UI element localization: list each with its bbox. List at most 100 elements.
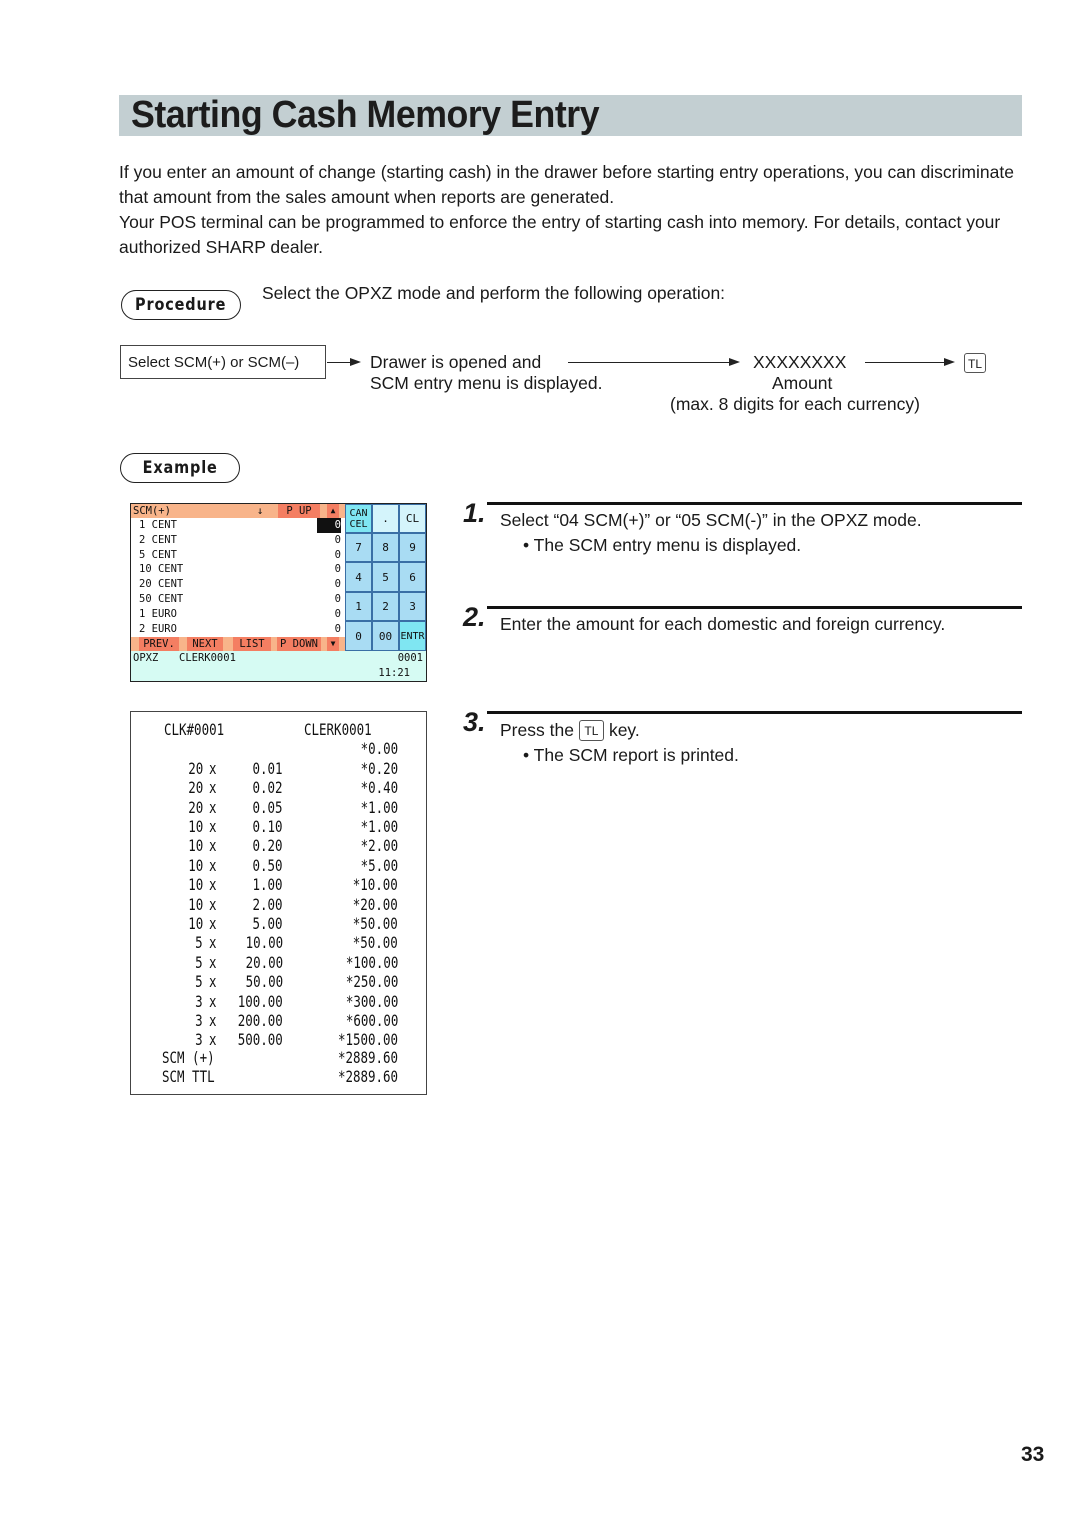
scroll-down-icon[interactable]: ↓ — [257, 504, 263, 518]
receipt-line-times: x — [209, 817, 219, 836]
receipt-line-qty: 5 — [161, 972, 203, 991]
digit-key-0[interactable]: 0 — [345, 621, 372, 651]
scroll-up-icon[interactable]: ▲ — [327, 504, 339, 518]
pos-screen: SCM(+) ↓ P UP ▲ 1 CENT 0 2 CENT 0 5 CENT… — [130, 503, 427, 682]
pos-row[interactable]: 10 CENT 0 — [131, 562, 345, 577]
receipt-line-times-text: x — [209, 933, 217, 953]
receipt-line-qty-text: 10 — [187, 894, 203, 914]
digit-key-2[interactable]: 2 — [372, 592, 399, 621]
receipt-line-amount: *600.00 — [331, 1011, 398, 1030]
digit-key-1[interactable]: 1 — [345, 592, 372, 621]
receipt-line-times: x — [209, 875, 219, 894]
step-3-text: Press the TL key. — [500, 718, 640, 743]
receipt-line-times: x — [209, 992, 219, 1011]
step-3-note: • The SCM report is printed. — [523, 745, 739, 765]
receipt-line-times-text: x — [209, 778, 217, 798]
receipt-line-amount: *1.00 — [350, 817, 398, 836]
receipt-line-denomination-text: 10.00 — [245, 933, 283, 953]
flow-step-drawer: Drawer is opened and SCM entry menu is d… — [370, 352, 602, 394]
receipt-line-amount: *100.00 — [331, 953, 398, 972]
receipt-line-denomination-text: 0.01 — [252, 758, 283, 778]
receipt-line-denomination-text: 0.50 — [252, 855, 283, 875]
receipt-line-amount: *1.00 — [350, 798, 398, 817]
digit-key-6[interactable]: 6 — [399, 562, 426, 592]
receipt-line-qty-text: 3 — [195, 1011, 203, 1030]
cancel-key[interactable]: CAN CEL — [345, 504, 372, 533]
receipt-line-amount: *1500.00 — [321, 1030, 398, 1049]
receipt-line-denomination: 0.20 — [223, 836, 283, 855]
step-1-rule — [487, 502, 1022, 505]
pos-row[interactable]: 5 CENT 0 — [131, 548, 345, 563]
procedure-instruction: Select the OPXZ mode and perform the fol… — [262, 283, 726, 303]
receipt-line-times-text: x — [209, 991, 217, 1011]
receipt-line-denomination-text: 20.00 — [245, 952, 283, 972]
pos-row[interactable]: 1 EURO 0 — [131, 607, 345, 622]
page-title: Starting Cash Memory Entry — [131, 94, 600, 136]
prev-button[interactable]: PREV. — [139, 637, 179, 651]
receipt-line-qty: 10 — [161, 914, 203, 933]
pos-row-label: 1 EURO — [139, 607, 177, 620]
tl-key-icon: TL — [578, 720, 604, 741]
receipt-line-qty-text: 10 — [187, 855, 203, 875]
pos-status-bar: OPXZ CLERK0001 0001 11:21 — [131, 651, 426, 681]
receipt-line-times: x — [209, 914, 219, 933]
digit-key-8[interactable]: 8 — [372, 533, 399, 562]
step-2-text: Enter the amount for each domestic and f… — [500, 614, 946, 634]
receipt-line-amount: *0.40 — [350, 778, 398, 797]
receipt-clerk-number-text: CLK#0001 — [164, 720, 225, 739]
example-badge-label: Example — [142, 458, 218, 478]
receipt-line-amount-text: *50.00 — [352, 933, 398, 953]
pos-row[interactable]: 50 CENT 0 — [131, 592, 345, 607]
receipt-line-qty-text: 10 — [187, 817, 203, 836]
receipt-line-times: x — [209, 972, 219, 991]
page-up-button[interactable]: P UP — [278, 504, 320, 518]
pos-row-value: 0 — [334, 607, 341, 620]
flow-arrow-1-line — [327, 362, 351, 363]
receipt-line-amount-text: *1500.00 — [337, 1030, 398, 1050]
receipt-line-amount: *5.00 — [350, 856, 398, 875]
pos-row-value-cursor[interactable]: 0 — [316, 518, 341, 533]
receipt-line-qty-text: 10 — [187, 914, 203, 933]
digit-key-9[interactable]: 9 — [399, 533, 426, 562]
pos-row-value: 0 — [334, 548, 341, 561]
flow-start-box: Select SCM(+) or SCM(–) — [120, 345, 326, 379]
flow-arrow-3-head — [944, 358, 955, 366]
receipt-line-qty-text: 10 — [187, 836, 203, 856]
section-title-bar: Starting Cash Memory Entry — [119, 94, 1022, 136]
digit-key-3[interactable]: 3 — [399, 592, 426, 621]
receipt-line-qty: 3 — [161, 1030, 203, 1049]
dot-key[interactable]: . — [372, 504, 399, 533]
double-zero-key[interactable]: 00 — [372, 621, 399, 651]
receipt-line-qty: 10 — [161, 895, 203, 914]
list-button[interactable]: LIST — [233, 637, 271, 651]
example-badge: Example — [120, 453, 240, 483]
scroll-bottom-icon[interactable]: ▼ — [327, 637, 339, 651]
page-down-button[interactable]: P DOWN — [277, 637, 321, 651]
next-button[interactable]: NEXT — [187, 637, 223, 651]
receipt-line-times-text: x — [209, 797, 217, 817]
receipt-line-denomination-text: 100.00 — [237, 991, 283, 1011]
receipt-line-times: x — [209, 798, 219, 817]
enter-key[interactable]: ENTR — [399, 621, 426, 651]
receipt-line-times-text: x — [209, 952, 217, 972]
receipt-line-qty: 5 — [161, 933, 203, 952]
pos-row[interactable]: 2 CENT 0 — [131, 533, 345, 548]
intro-text: If you enter an amount of change (starti… — [119, 160, 1019, 260]
receipt-line-denomination-text: 0.20 — [252, 836, 283, 856]
receipt-line-amount-text: *5.00 — [360, 855, 398, 875]
pos-row-value: 0 — [334, 563, 341, 576]
receipt-line-denomination-text: 50.00 — [245, 972, 283, 992]
pos-row[interactable]: 20 CENT 0 — [131, 577, 345, 592]
receipt-line-amount-text: *0.20 — [360, 758, 398, 778]
pos-row[interactable]: 2 EURO 0 — [131, 622, 345, 637]
clear-key[interactable]: CL — [399, 504, 426, 533]
digit-key-5[interactable]: 5 — [372, 562, 399, 592]
digit-key-4[interactable]: 4 — [345, 562, 372, 592]
digit-key-7[interactable]: 7 — [345, 533, 372, 562]
pos-row[interactable]: 1 CENT 0 — [131, 518, 345, 533]
receipt-line-times: x — [209, 933, 219, 952]
pos-row-value: 0 — [334, 578, 341, 591]
step-1-text: Select “04 SCM(+)” or “05 SCM(-)” in the… — [500, 510, 922, 530]
receipt-line-amount-text: *1.00 — [360, 797, 398, 817]
receipt-line-amount-text: *50.00 — [352, 914, 398, 933]
